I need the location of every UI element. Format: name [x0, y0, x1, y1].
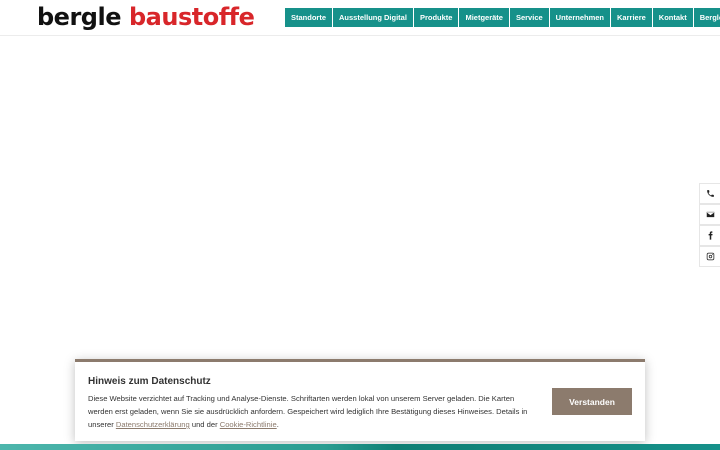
nav-item-kontakt[interactable]: Kontakt — [652, 8, 694, 27]
main-nav: Standorte Ausstellung Digital Produkte M… — [285, 8, 720, 27]
phone-icon — [706, 190, 714, 197]
logo-word-bergle: bergle — [37, 3, 121, 31]
accept-button[interactable]: Verstanden — [552, 388, 632, 415]
nav-item-service[interactable]: Service — [509, 8, 550, 27]
logo-word-baustoffe: baustoffe — [128, 3, 255, 31]
cookie-policy-link[interactable]: Cookie-Richtlinie — [220, 420, 277, 429]
nav-item-unternehmen[interactable]: Unternehmen — [549, 8, 612, 27]
nav-item-bergle24[interactable]: Bergle24 — [693, 8, 720, 27]
facebook-icon — [708, 231, 713, 240]
footer-strip — [0, 444, 720, 450]
mail-button[interactable] — [699, 204, 720, 225]
cookie-text-middle: und der — [189, 420, 220, 429]
facebook-button[interactable] — [699, 225, 720, 246]
instagram-button[interactable] — [699, 246, 720, 267]
nav-item-mietgeraete[interactable]: Mietgeräte — [459, 8, 510, 27]
nav-item-ausstellung-digital[interactable]: Ausstellung Digital — [333, 8, 414, 27]
cookie-text: Diese Website verzichtet auf Tracking un… — [88, 392, 538, 431]
social-sidebar — [699, 183, 720, 267]
bergle-logo[interactable]: bergle baustoffe — [37, 3, 255, 31]
phone-button[interactable] — [699, 183, 720, 204]
mail-icon — [706, 211, 714, 218]
privacy-policy-link[interactable]: Datenschutzerklärung — [116, 420, 190, 429]
nav-item-produkte[interactable]: Produkte — [413, 8, 460, 27]
cookie-text-end: . — [276, 420, 279, 429]
nav-item-karriere[interactable]: Karriere — [611, 8, 653, 27]
nav-item-standorte[interactable]: Standorte — [285, 8, 334, 27]
instagram-icon — [706, 252, 714, 261]
site-header: bergle baustoffe Standorte Ausstellung D… — [0, 0, 720, 36]
cookie-notice: Hinweis zum Datenschutz Diese Website ve… — [75, 359, 645, 441]
cookie-title: Hinweis zum Datenschutz — [88, 376, 211, 387]
